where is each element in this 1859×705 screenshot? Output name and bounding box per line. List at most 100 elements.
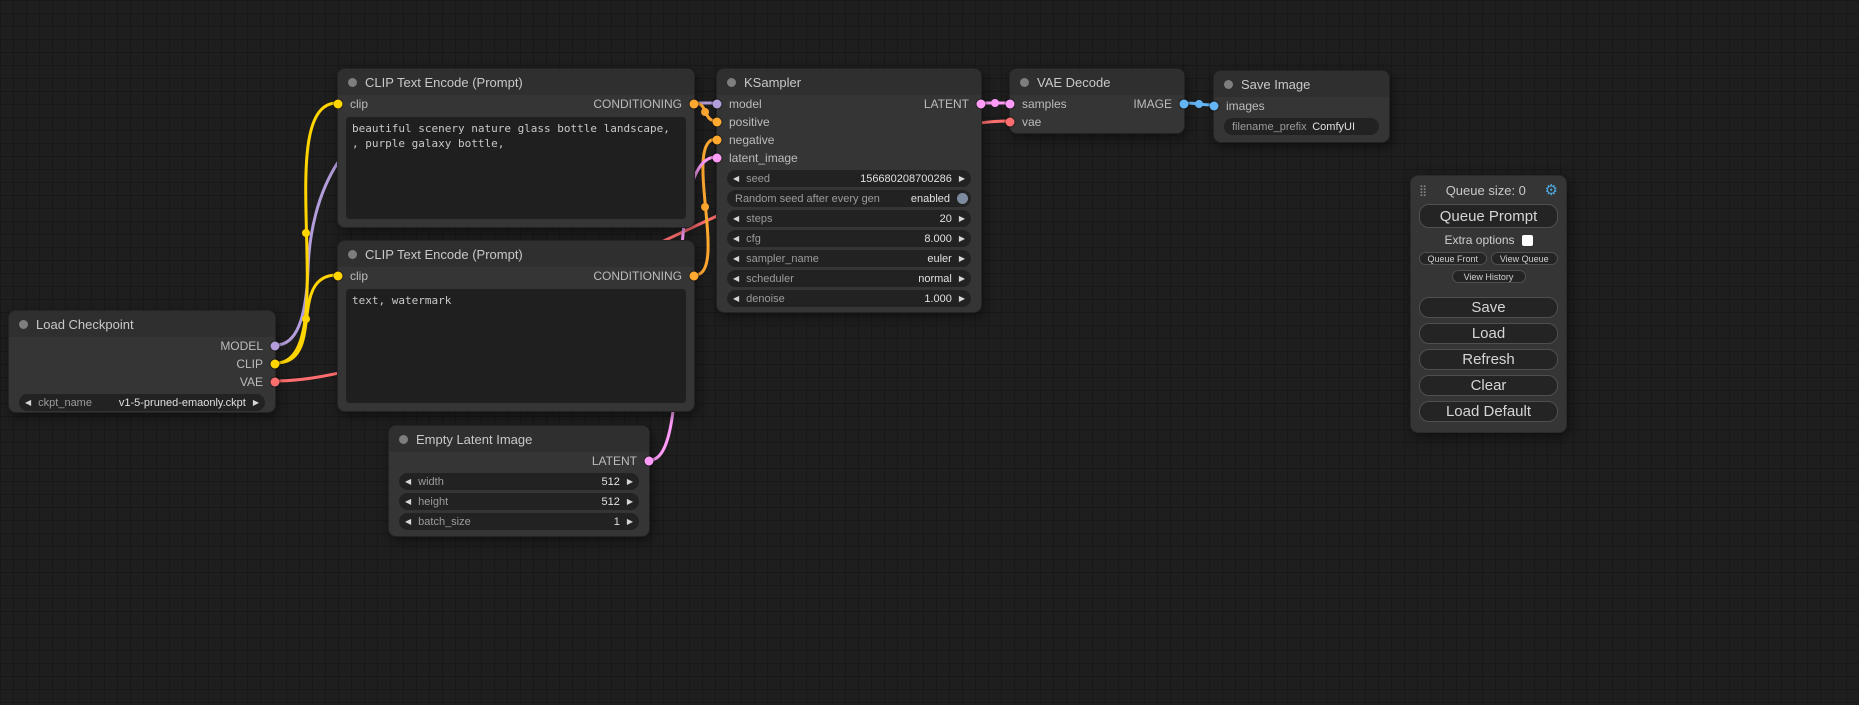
output-label-conditioning: CONDITIONING xyxy=(593,269,682,283)
arrow-right-icon[interactable]: ▶ xyxy=(627,498,633,506)
collapse-toggle-icon[interactable] xyxy=(727,78,736,87)
input-dot-positive[interactable] xyxy=(713,118,722,127)
node-title-bar[interactable]: Save Image xyxy=(1214,71,1389,97)
widget-batch-size[interactable]: ◀ batch_size 1 ▶ xyxy=(399,513,639,530)
input-dot-latent-image[interactable] xyxy=(713,154,722,163)
widget-denoise[interactable]: ◀ denoise 1.000 ▶ xyxy=(727,290,971,307)
link-midpoint-dot[interactable] xyxy=(701,203,709,211)
input-dot-images[interactable] xyxy=(1210,102,1219,111)
output-dot-vae[interactable] xyxy=(271,378,280,387)
save-button[interactable]: Save xyxy=(1419,297,1558,318)
prompt-textarea[interactable]: text, watermark xyxy=(346,289,686,403)
widget-filename-prefix[interactable]: filename_prefix ComfyUI xyxy=(1224,118,1379,135)
load-button[interactable]: Load xyxy=(1419,323,1558,344)
refresh-button[interactable]: Refresh xyxy=(1419,349,1558,370)
arrow-left-icon[interactable]: ◀ xyxy=(405,478,411,486)
widget-seed[interactable]: ◀ seed 156680208700286 ▶ xyxy=(727,170,971,187)
widget-label: Random seed after every gen xyxy=(735,193,880,205)
view-history-button[interactable]: View History xyxy=(1452,270,1526,283)
output-label-image: IMAGE xyxy=(1133,97,1172,111)
widget-sampler-name[interactable]: ◀ sampler_name euler ▶ xyxy=(727,250,971,267)
node-clip-text-encode-positive[interactable]: CLIP Text Encode (Prompt) clip CONDITION… xyxy=(337,68,695,228)
load-default-button[interactable]: Load Default xyxy=(1419,401,1558,422)
arrow-left-icon[interactable]: ◀ xyxy=(733,215,739,223)
drag-handle-icon[interactable]: ⣿ xyxy=(1419,184,1427,197)
node-title-bar[interactable]: Empty Latent Image xyxy=(389,426,649,452)
settings-gear-icon[interactable]: ⚙ xyxy=(1545,183,1558,198)
input-dot-model[interactable] xyxy=(713,100,722,109)
link-midpoint-dot[interactable] xyxy=(1195,100,1203,108)
widget-label: width xyxy=(418,476,444,488)
collapse-toggle-icon[interactable] xyxy=(1224,80,1233,89)
extra-options-checkbox[interactable] xyxy=(1522,235,1533,246)
node-load-checkpoint[interactable]: Load Checkpoint MODEL CLIP VAE ◀ ckpt_na… xyxy=(8,310,276,413)
collapse-toggle-icon[interactable] xyxy=(348,250,357,259)
collapse-toggle-icon[interactable] xyxy=(1020,78,1029,87)
widget-width[interactable]: ◀ width 512 ▶ xyxy=(399,473,639,490)
widget-steps[interactable]: ◀ steps 20 ▶ xyxy=(727,210,971,227)
arrow-right-icon[interactable]: ▶ xyxy=(627,478,633,486)
toggle-knob[interactable] xyxy=(957,193,968,204)
node-title-bar[interactable]: Load Checkpoint xyxy=(9,311,275,337)
link-midpoint-dot[interactable] xyxy=(991,99,999,107)
queue-prompt-button[interactable]: Queue Prompt xyxy=(1419,204,1558,228)
widget-height[interactable]: ◀ height 512 ▶ xyxy=(399,493,639,510)
link-midpoint-dot[interactable] xyxy=(701,108,709,116)
node-title-bar[interactable]: CLIP Text Encode (Prompt) xyxy=(338,69,694,95)
node-empty-latent-image[interactable]: Empty Latent Image LATENT ◀ width 512 ▶ … xyxy=(388,425,650,537)
arrow-right-icon[interactable]: ▶ xyxy=(253,399,259,407)
arrow-right-icon[interactable]: ▶ xyxy=(627,518,633,526)
input-dot-clip[interactable] xyxy=(334,272,343,281)
queue-front-button[interactable]: Queue Front xyxy=(1419,252,1487,265)
link-midpoint-dot[interactable] xyxy=(302,315,310,323)
view-queue-button[interactable]: View Queue xyxy=(1491,252,1559,265)
arrow-left-icon[interactable]: ◀ xyxy=(25,399,31,407)
input-dot-negative[interactable] xyxy=(713,136,722,145)
node-ksampler[interactable]: KSampler model LATENT positive negative … xyxy=(716,68,982,313)
arrow-left-icon[interactable]: ◀ xyxy=(733,275,739,283)
arrow-left-icon[interactable]: ◀ xyxy=(733,235,739,243)
output-dot-conditioning[interactable] xyxy=(690,272,699,281)
link-midpoint-dot[interactable] xyxy=(302,229,310,237)
arrow-right-icon[interactable]: ▶ xyxy=(959,215,965,223)
node-title-bar[interactable]: KSampler xyxy=(717,69,981,95)
arrow-right-icon[interactable]: ▶ xyxy=(959,295,965,303)
arrow-right-icon[interactable]: ▶ xyxy=(959,275,965,283)
input-dot-vae[interactable] xyxy=(1006,118,1015,127)
widget-label: seed xyxy=(746,173,770,185)
clear-button[interactable]: Clear xyxy=(1419,375,1558,396)
arrow-right-icon[interactable]: ▶ xyxy=(959,235,965,243)
collapse-toggle-icon[interactable] xyxy=(399,435,408,444)
output-dot-image[interactable] xyxy=(1180,100,1189,109)
output-dot-conditioning[interactable] xyxy=(690,100,699,109)
collapse-toggle-icon[interactable] xyxy=(348,78,357,87)
node-graph-canvas[interactable]: Load Checkpoint MODEL CLIP VAE ◀ ckpt_na… xyxy=(0,0,1859,705)
widget-random-seed[interactable]: Random seed after every gen enabled xyxy=(727,190,971,207)
arrow-right-icon[interactable]: ▶ xyxy=(959,255,965,263)
collapse-toggle-icon[interactable] xyxy=(19,320,28,329)
queue-menu-panel[interactable]: ⣿ Queue size: 0 ⚙ Queue Prompt Extra opt… xyxy=(1410,175,1567,433)
arrow-left-icon[interactable]: ◀ xyxy=(733,175,739,183)
node-vae-decode[interactable]: VAE Decode samples IMAGE vae xyxy=(1009,68,1185,134)
arrow-right-icon[interactable]: ▶ xyxy=(959,175,965,183)
widget-scheduler[interactable]: ◀ scheduler normal ▶ xyxy=(727,270,971,287)
arrow-left-icon[interactable]: ◀ xyxy=(405,498,411,506)
node-title-bar[interactable]: VAE Decode xyxy=(1010,69,1184,95)
widget-ckpt-name[interactable]: ◀ ckpt_name v1-5-pruned-emaonly.ckpt ▶ xyxy=(19,394,265,411)
widget-label: sampler_name xyxy=(746,253,819,265)
output-dot-latent[interactable] xyxy=(645,457,654,466)
input-dot-samples[interactable] xyxy=(1006,100,1015,109)
output-dot-latent[interactable] xyxy=(977,100,986,109)
arrow-left-icon[interactable]: ◀ xyxy=(733,255,739,263)
arrow-left-icon[interactable]: ◀ xyxy=(405,518,411,526)
node-clip-text-encode-negative[interactable]: CLIP Text Encode (Prompt) clip CONDITION… xyxy=(337,240,695,412)
prompt-textarea[interactable]: beautiful scenery nature glass bottle la… xyxy=(346,117,686,219)
arrow-left-icon[interactable]: ◀ xyxy=(733,295,739,303)
widget-cfg[interactable]: ◀ cfg 8.000 ▶ xyxy=(727,230,971,247)
output-dot-clip[interactable] xyxy=(271,360,280,369)
node-save-image[interactable]: Save Image images filename_prefix ComfyU… xyxy=(1213,70,1390,143)
output-dot-model[interactable] xyxy=(271,342,280,351)
node-title-bar[interactable]: CLIP Text Encode (Prompt) xyxy=(338,241,694,267)
input-dot-clip[interactable] xyxy=(334,100,343,109)
widget-label: scheduler xyxy=(746,273,794,285)
